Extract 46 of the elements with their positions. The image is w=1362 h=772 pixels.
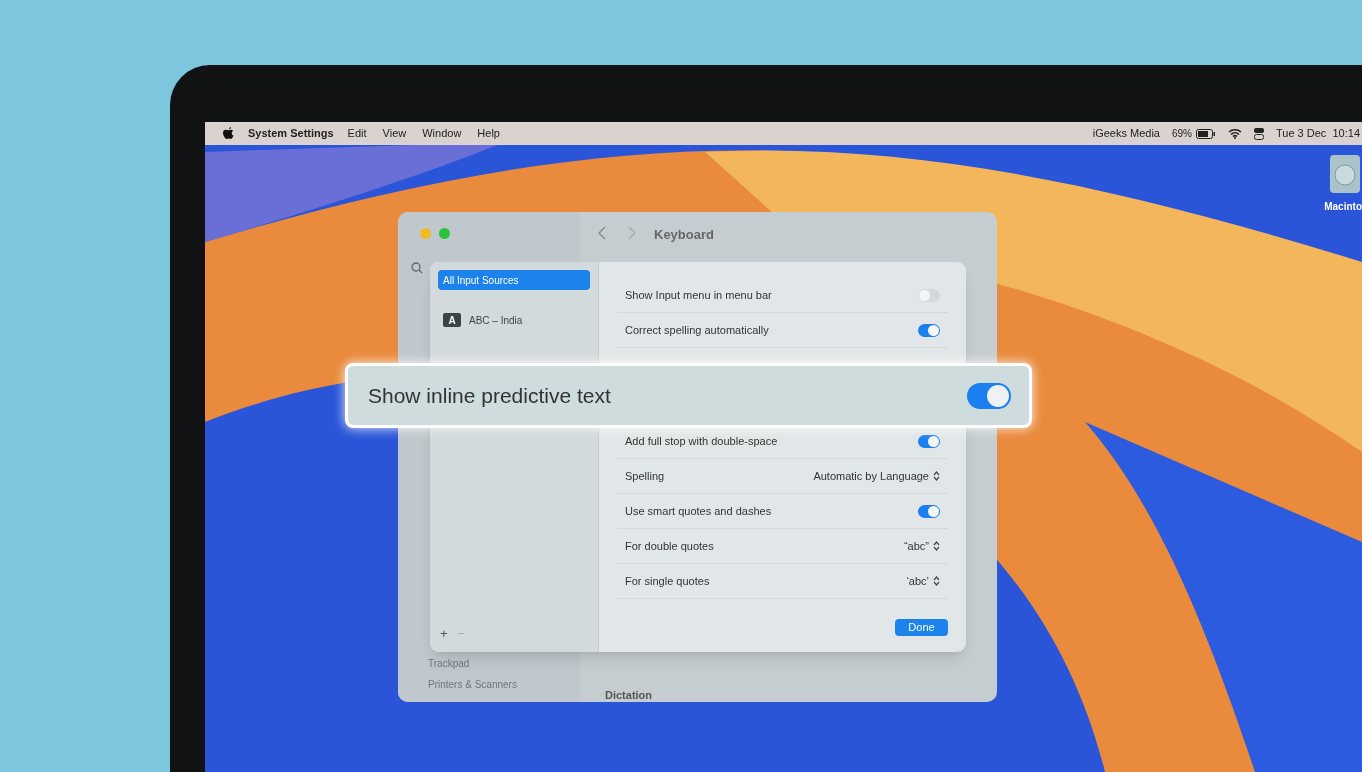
app-menu[interactable]: System Settings [248,125,334,142]
toggle-switch[interactable] [967,382,1011,409]
apple-logo-icon[interactable] [223,127,234,140]
menu-item[interactable]: Help [477,125,500,142]
toggle-switch[interactable] [918,434,940,448]
toggle-switch[interactable] [918,323,940,337]
toggle-switch[interactable] [918,288,940,302]
source-label: All Input Sources [443,273,519,288]
done-button[interactable]: Done [895,619,948,636]
battery-percentage: 69% [1172,127,1192,141]
setting-label: Use smart quotes and dashes [625,503,772,519]
menu-item[interactable]: View [382,125,407,142]
popup-value: ‘abc’ [906,573,929,589]
search-icon[interactable] [411,262,423,274]
back-icon[interactable] [598,226,606,240]
desktop-icon-label: Macinto [1324,200,1362,214]
wifi-icon[interactable] [1228,128,1242,139]
setting-label: Correct spelling automatically [625,322,769,338]
setting-label: For single quotes [625,573,710,589]
source-list-item[interactable]: All Input Sources [438,270,590,290]
popup-button[interactable]: ‘abc’ [906,572,940,590]
add-button[interactable]: + [440,623,448,643]
setting-label: Spelling [625,468,665,484]
chevron-up-down-icon [933,541,940,551]
setting-label: Show Input menu in menu bar [625,287,772,303]
chevron-up-down-icon [933,576,940,586]
setting-label: Add full stop with double-space [625,433,778,449]
source-label: ABC – India [469,313,523,328]
user-name[interactable]: iGeeks Media [1092,125,1160,142]
control-center-icon[interactable] [1254,127,1264,140]
setting-label: For double quotes [625,538,714,554]
menu-item[interactable]: Edit [347,125,367,142]
keyboard-layout-badge: A [443,313,461,327]
chevron-up-down-icon [933,471,940,481]
toggle-switch[interactable] [918,504,940,518]
popup-value: Automatic by Language [813,468,929,484]
popup-button[interactable]: “abc” [903,537,940,555]
clock[interactable]: Tue 3 Dec 10:14 [1276,125,1360,142]
popup-button[interactable]: Automatic by Language [813,467,940,485]
setting-label: Show inline predictive text [368,382,611,409]
window-title: Keyboard [654,226,714,244]
battery-icon[interactable] [1196,128,1216,139]
menu-item[interactable]: Window [422,125,462,142]
source-list-item[interactable]: A ABC – India [438,310,590,330]
popup-value: “abc” [903,538,929,554]
section-heading: Dictation [605,688,653,702]
